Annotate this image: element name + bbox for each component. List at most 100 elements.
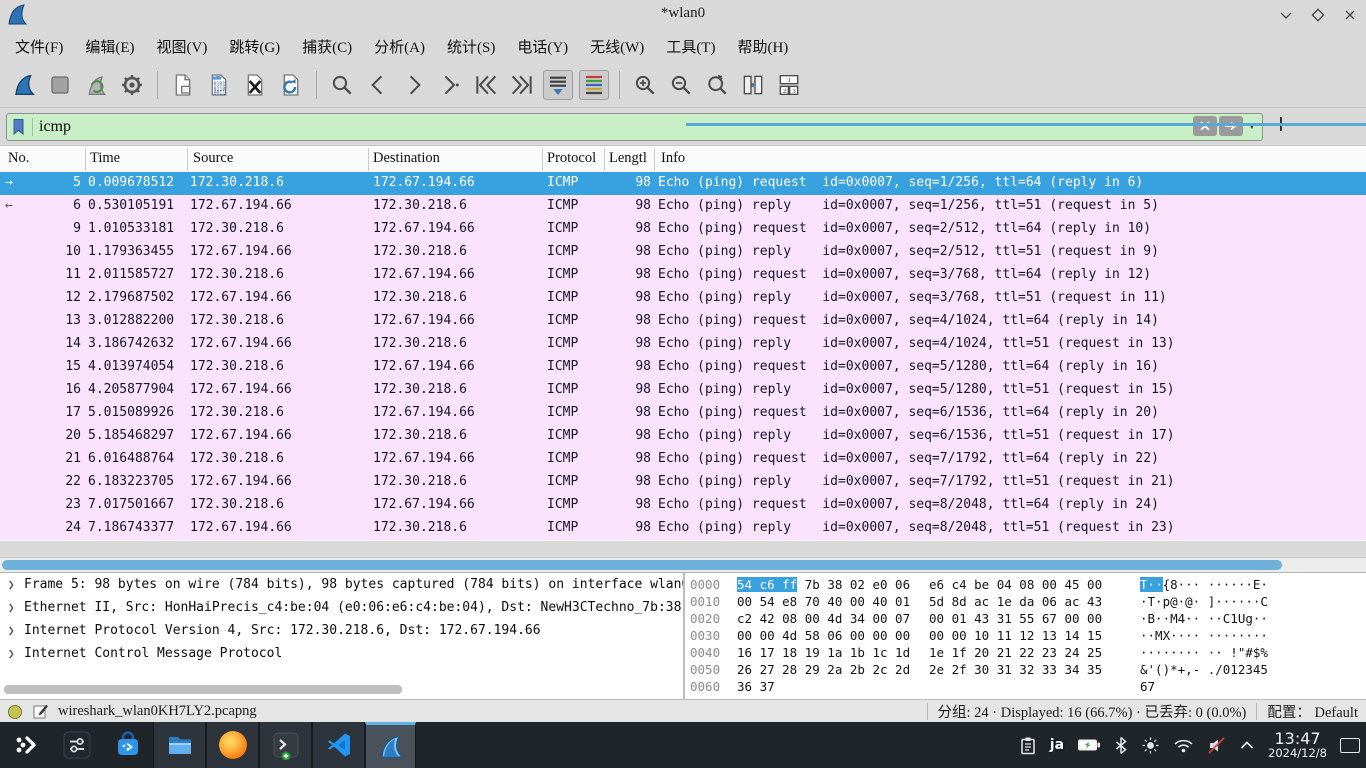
- hex-ascii[interactable]: ·T·p@·@· ]······C: [1140, 593, 1268, 610]
- packet-row[interactable]: 205.185468297172.67.194.66172.30.218.6IC…: [0, 425, 1366, 448]
- hex-bytes-1[interactable]: c2 42 08 00 4d 34 00 07: [737, 610, 910, 627]
- hex-ascii[interactable]: ········ ·· !"#$%: [1140, 644, 1268, 661]
- terminal-button[interactable]: [259, 722, 312, 768]
- column-header-no[interactable]: No.: [8, 150, 29, 167]
- input-method-indicator[interactable]: ja: [1050, 737, 1064, 753]
- detail-line[interactable]: ❯Internet Protocol Version 4, Src: 172.3…: [0, 619, 683, 642]
- menu-item[interactable]: 捕获(C): [291, 33, 363, 60]
- clipboard-tray-icon[interactable]: [1019, 736, 1037, 755]
- hex-bytes-1[interactable]: 00 00 4d 58 06 00 00 00: [737, 627, 910, 644]
- packet-row[interactable]: 164.205877904172.67.194.66172.30.218.6IC…: [0, 379, 1366, 402]
- packet-row[interactable]: 247.186743377172.67.194.66172.30.218.6IC…: [0, 517, 1366, 540]
- hex-bytes-1[interactable]: 36 37: [737, 678, 775, 695]
- auto-scroll-icon[interactable]: [543, 70, 573, 100]
- packet-row[interactable]: 91.010533181172.30.218.6172.67.194.66ICM…: [0, 218, 1366, 241]
- expand-chevron-icon[interactable]: ❯: [8, 573, 15, 596]
- battery-tray-icon[interactable]: [1077, 738, 1101, 752]
- packet-row[interactable]: 237.017501667172.30.218.6172.67.194.66IC…: [0, 494, 1366, 517]
- expert-info-icon[interactable]: [8, 705, 22, 719]
- filter-bookmark-icon[interactable]: [11, 118, 33, 136]
- close-file-icon[interactable]: [240, 70, 270, 100]
- hex-bytes-2[interactable]: 00 01 43 31 55 67 00 00: [929, 610, 1102, 627]
- hex-row[interactable]: 004016 17 18 19 1a 1b 1c 1d1e 1f 20 21 2…: [686, 644, 1366, 661]
- display-filter-field[interactable]: ▼: [6, 113, 1263, 141]
- reload-file-icon[interactable]: [276, 70, 306, 100]
- profile-label[interactable]: 配置： Default: [1267, 701, 1358, 722]
- go-forward-icon[interactable]: [399, 70, 429, 100]
- find-packet-icon[interactable]: [327, 70, 357, 100]
- hex-bytes-1[interactable]: 00 54 e8 70 40 00 40 01: [737, 593, 910, 610]
- menu-item[interactable]: 分析(A): [363, 33, 436, 60]
- brightness-tray-icon[interactable]: [1141, 736, 1160, 755]
- menu-item[interactable]: 统计(S): [436, 33, 506, 60]
- software-store-button[interactable]: [102, 722, 153, 768]
- expand-chevron-icon[interactable]: ❯: [8, 642, 15, 665]
- hex-row[interactable]: 005026 27 28 29 2a 2b 2c 2d2e 2f 30 31 3…: [686, 661, 1366, 678]
- column-layout-icon[interactable]: 123: [774, 70, 804, 100]
- open-file-icon[interactable]: [168, 70, 198, 100]
- packet-row[interactable]: 112.011585727172.30.218.6172.67.194.66IC…: [0, 264, 1366, 287]
- hex-bytes-1[interactable]: 16 17 18 19 1a 1b 1c 1d: [737, 644, 910, 661]
- start-capture-icon[interactable]: [9, 70, 39, 100]
- filter-dropdown-arrow[interactable]: ▼: [1245, 116, 1259, 136]
- packet-row[interactable]: 122.179687502172.67.194.66172.30.218.6IC…: [0, 287, 1366, 310]
- file-manager-button[interactable]: [153, 722, 206, 768]
- bluetooth-tray-icon[interactable]: [1114, 736, 1128, 755]
- hex-row[interactable]: 003000 00 4d 58 06 00 00 0000 00 10 11 1…: [686, 627, 1366, 644]
- detail-line[interactable]: ❯Ethernet II, Src: HonHaiPrecis_c4:be:04…: [0, 596, 683, 619]
- hex-row[interactable]: 0020c2 42 08 00 4d 34 00 0700 01 43 31 5…: [686, 610, 1366, 627]
- hex-selected-bytes[interactable]: 54 c6 ff: [737, 577, 797, 592]
- packet-row[interactable]: →50.009678512172.30.218.6172.67.194.66IC…: [0, 172, 1366, 195]
- column-header-destination[interactable]: Destination: [373, 150, 440, 167]
- app-launcher-button[interactable]: [0, 722, 51, 768]
- hex-ascii[interactable]: T··{8··· ······E·: [1140, 576, 1268, 593]
- column-header-time[interactable]: Time: [90, 150, 120, 167]
- minimize-button[interactable]: [1278, 7, 1294, 23]
- hex-bytes-2[interactable]: e6 c4 be 04 08 00 45 00: [929, 576, 1102, 593]
- settings-button[interactable]: [51, 722, 102, 768]
- menu-item[interactable]: 工具(T): [655, 33, 726, 60]
- menu-item[interactable]: 跳转(G): [218, 33, 291, 60]
- resize-columns-icon[interactable]: [738, 70, 768, 100]
- save-file-icon[interactable]: 010101100011: [204, 70, 234, 100]
- filter-clear-button[interactable]: [1193, 116, 1217, 136]
- column-header-info[interactable]: Info: [661, 150, 685, 167]
- capture-comment-icon[interactable]: [32, 703, 48, 720]
- bytes-pane-scrollbar[interactable]: [686, 123, 1366, 126]
- hex-ascii[interactable]: ··MX···· ········: [1140, 627, 1268, 644]
- packet-row[interactable]: 175.015089926172.30.218.6172.67.194.66IC…: [0, 402, 1366, 425]
- menu-item[interactable]: 电话(Y): [506, 33, 579, 60]
- show-desktop-button[interactable]: [1340, 738, 1360, 753]
- restart-capture-icon[interactable]: [81, 70, 111, 100]
- packet-row[interactable]: 154.013974054172.30.218.6172.67.194.66IC…: [0, 356, 1366, 379]
- hex-ascii[interactable]: ·B··M4·· ··C1Ug··: [1140, 610, 1268, 627]
- column-header-length[interactable]: Lengtl: [609, 150, 647, 167]
- volume-muted-tray-icon[interactable]: [1207, 736, 1226, 755]
- hex-bytes-2[interactable]: 00 00 10 11 12 13 14 15: [929, 627, 1102, 644]
- capture-options-icon[interactable]: [117, 70, 147, 100]
- packet-row[interactable]: ←60.530105191172.67.194.66172.30.218.6IC…: [0, 195, 1366, 218]
- stop-capture-icon[interactable]: [45, 70, 75, 100]
- wifi-tray-icon[interactable]: [1173, 737, 1194, 754]
- packet-row[interactable]: 216.016488764172.30.218.6172.67.194.66IC…: [0, 448, 1366, 471]
- ascii-selected-chars[interactable]: T··: [1140, 577, 1163, 592]
- hex-bytes-1[interactable]: 26 27 28 29 2a 2b 2c 2d: [737, 661, 910, 678]
- hex-bytes-2[interactable]: 1e 1f 20 21 22 23 24 25: [929, 644, 1102, 661]
- hex-ascii[interactable]: &'()*+,- ./012345: [1140, 661, 1268, 678]
- menu-item[interactable]: 文件(F): [4, 33, 74, 60]
- packet-row[interactable]: 133.012882200172.30.218.6172.67.194.66IC…: [0, 310, 1366, 333]
- zoom-in-icon[interactable]: [630, 70, 660, 100]
- filter-apply-button[interactable]: [1219, 116, 1243, 136]
- hscrollbar-thumb[interactable]: [2, 560, 1282, 570]
- colorize-packets-icon[interactable]: [579, 70, 609, 100]
- hex-row[interactable]: 000054 c6 ff 7b 38 02 e0 06e6 c4 be 04 0…: [686, 576, 1366, 593]
- hex-bytes-1[interactable]: 54 c6 ff 7b 38 02 e0 06: [737, 576, 910, 593]
- go-to-packet-icon[interactable]: [435, 70, 465, 100]
- menu-item[interactable]: 无线(W): [579, 33, 655, 60]
- menu-item[interactable]: 帮助(H): [726, 33, 799, 60]
- column-header-source[interactable]: Source: [193, 150, 233, 167]
- hex-ascii[interactable]: 67: [1140, 678, 1155, 695]
- packet-list-hscrollbar[interactable]: [0, 557, 1366, 573]
- pane-divider[interactable]: [683, 573, 685, 700]
- close-button[interactable]: [1342, 7, 1358, 23]
